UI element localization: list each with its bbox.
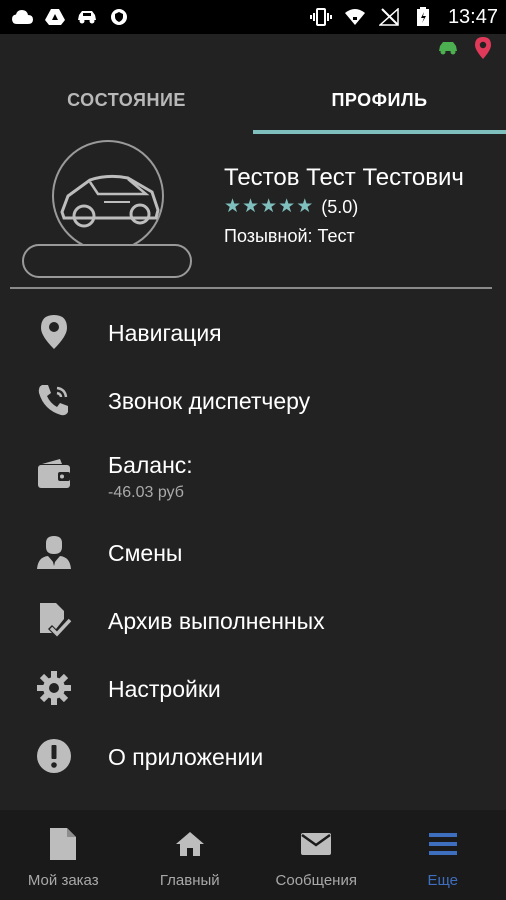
rating-value: (5.0) [321,196,359,217]
rating: ★ ★ ★ ★ ★ (5.0) [224,196,358,218]
menu-item-balance[interactable]: Баланс: -46.03 руб [0,438,506,512]
tab-profile[interactable]: ПРОФИЛЬ [253,66,506,134]
menu-item-label: Навигация [108,320,222,346]
driver-name: Тестов Тест Тестович [224,164,464,191]
avatar-status-pill [22,244,192,278]
info-icon [32,734,76,778]
menu-item-navigation[interactable]: Навигация [0,300,506,364]
menu-item-label: Настройки [108,676,221,702]
status-bar-left [12,8,130,26]
menu-item-label: Архив выполненных [108,608,325,634]
menu-item-settings[interactable]: Настройки [0,656,506,720]
location-status-icon [474,36,492,65]
battery-icon [412,7,434,26]
document-check-icon [32,598,76,642]
mail-icon [300,826,332,862]
menu-item-label: Звонок диспетчеру [108,388,311,414]
star-icon: ★ [278,196,296,217]
avatar[interactable] [22,140,194,280]
star-icon: ★ [224,196,242,217]
nav-my-order[interactable]: Мой заказ [0,810,127,900]
star-icon: ★ [242,196,260,217]
drive-icon [44,8,66,26]
menu-item-label: Смены [108,540,183,566]
home-icon [175,826,205,862]
star-icon: ★ [260,196,278,217]
star-icon: ★ [296,196,314,217]
balance-value: -46.03 руб [108,484,184,501]
car-avatar-icon [60,174,160,228]
tab-status[interactable]: СОСТОЯНИЕ [0,66,253,134]
nav-more[interactable]: Еще [380,810,506,900]
phone-ringing-icon [32,378,76,422]
car-status-icon [436,40,460,61]
callsign-value: Тест [317,226,355,246]
wallet-icon [32,452,76,496]
no-signal-icon [378,8,400,26]
nav-messages[interactable]: Сообщения [253,810,380,900]
divider [10,287,492,289]
tab-bar: СОСТОЯНИЕ ПРОФИЛЬ [0,66,506,134]
menu-item-shifts[interactable]: Смены [0,520,506,584]
location-pin-icon [32,310,76,354]
indicator-row [436,36,492,65]
vibrate-icon [309,8,332,26]
nav-label: Мой заказ [27,872,99,889]
callsign-label: Позывной: [224,226,313,246]
nav-home[interactable]: Главный [127,810,254,900]
profile-card: Тестов Тест Тестович ★ ★ ★ ★ ★ (5.0) Поз… [0,134,506,288]
status-bar: 13:47 [0,0,506,34]
shield-icon [108,8,130,26]
nav-label: Главный [159,872,220,889]
wifi-icon [344,8,366,26]
rating-stars: ★ ★ ★ ★ ★ [224,196,313,218]
menu-item-about[interactable]: О приложении [0,724,506,788]
menu-icon [428,826,458,862]
status-bar-right: 13:47 [309,5,498,29]
menu-item-archive[interactable]: Архив выполненных [0,588,506,652]
nav-label: Сообщения [275,872,357,889]
gear-icon [32,666,76,710]
menu-item-label: Баланс: [108,452,193,478]
bottom-nav: Мой заказ Главный Сообщения Еще [0,810,506,900]
car-icon [76,8,98,26]
status-time: 13:47 [447,5,498,28]
nav-label: Еще [427,872,459,889]
menu-item-call-dispatcher[interactable]: Звонок диспетчеру [0,368,506,432]
menu-item-label: О приложении [108,744,264,770]
person-icon [32,530,76,574]
cloud-icon [12,8,34,26]
document-icon [49,826,77,862]
callsign: Позывной: Тест [224,226,355,247]
